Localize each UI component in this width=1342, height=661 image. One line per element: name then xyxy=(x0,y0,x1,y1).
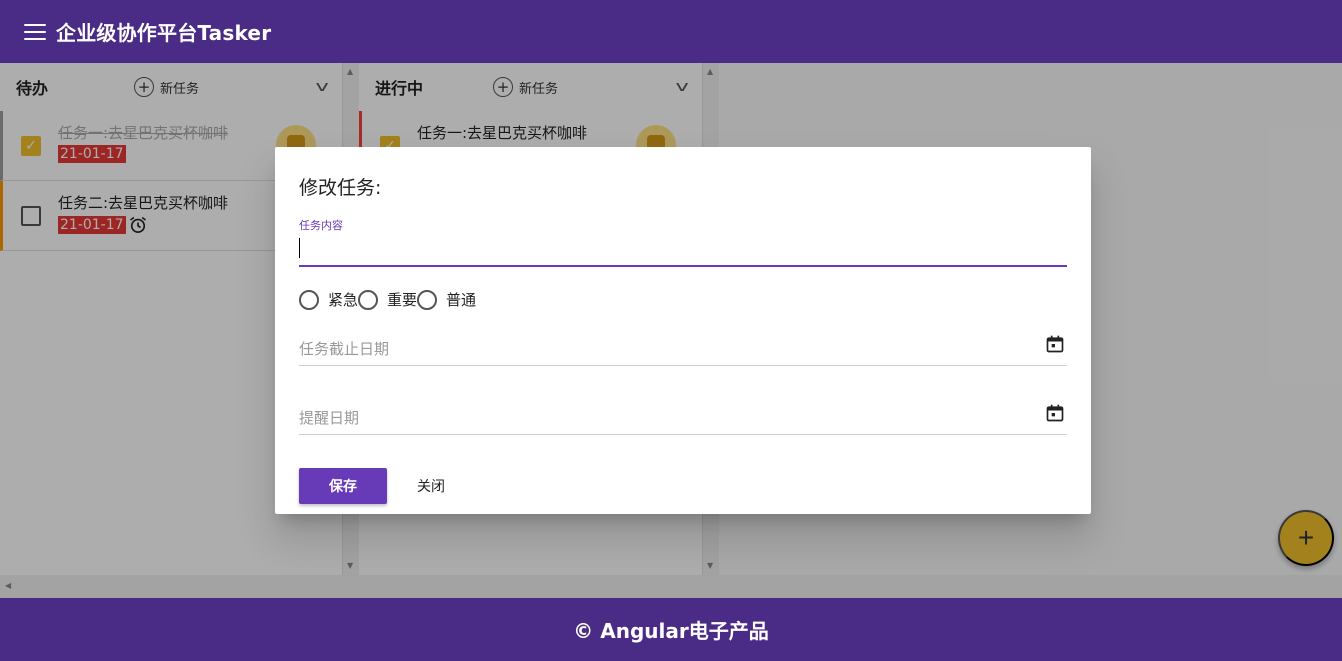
text-cursor xyxy=(299,238,300,258)
radio-circle[interactable] xyxy=(299,289,319,310)
due-date-placeholder: 任务截止日期 xyxy=(299,340,390,358)
priority-radio-normal[interactable]: 普通 xyxy=(417,289,476,310)
reminder-date-field[interactable]: 提醒日期 xyxy=(299,395,1067,435)
calendar-icon[interactable] xyxy=(1045,334,1065,354)
radio-label: 普通 xyxy=(446,291,477,309)
footer-text: © Angular电子产品 xyxy=(573,619,769,643)
dialog-title: 修改任务: xyxy=(299,177,382,199)
save-button[interactable]: 保存 xyxy=(299,468,387,504)
dialog-actions: 保存 关闭 xyxy=(299,468,1067,504)
due-date-field[interactable]: 任务截止日期 xyxy=(299,326,1067,366)
priority-radio-important[interactable]: 重要 xyxy=(358,289,417,310)
task-content-input[interactable] xyxy=(299,237,1067,267)
task-content-field: 任务内容 xyxy=(299,217,1067,267)
task-content-label: 任务内容 xyxy=(299,219,343,232)
app-toolbar: 企业级协作平台Tasker xyxy=(0,0,1342,63)
menu-icon[interactable] xyxy=(24,23,46,40)
reminder-date-placeholder: 提醒日期 xyxy=(299,409,360,427)
radio-circle[interactable] xyxy=(358,289,379,310)
priority-radio-group: 紧急 重要 普通 xyxy=(299,289,1067,310)
close-button[interactable]: 关闭 xyxy=(417,476,445,496)
calendar-icon[interactable] xyxy=(1045,403,1065,423)
radio-label: 紧急 xyxy=(328,291,359,309)
radio-circle[interactable] xyxy=(417,289,438,310)
radio-label: 重要 xyxy=(387,291,418,309)
priority-radio-urgent[interactable]: 紧急 xyxy=(299,289,358,310)
edit-task-dialog: 修改任务: 任务内容 紧急 重要 普通 任务截止日期 提醒日期 保存 关闭 xyxy=(275,147,1091,514)
app-title: 企业级协作平台Tasker xyxy=(56,21,272,45)
app-footer: © Angular电子产品 xyxy=(0,598,1342,661)
